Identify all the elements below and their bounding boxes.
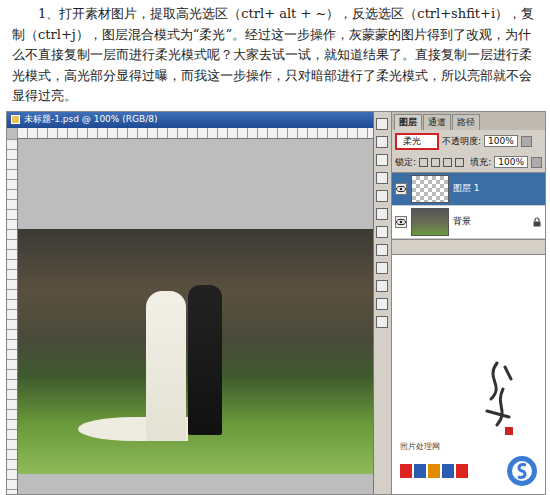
wedding-photo — [18, 229, 373, 474]
horizontal-ruler — [17, 128, 373, 139]
tool-button[interactable] — [376, 298, 388, 310]
right-column: 图层通道路径柔光不透明度:100%锁定:填充:100%图层 1背景照片处理网 — [392, 112, 545, 495]
tool-button[interactable] — [376, 118, 388, 130]
document-body — [7, 139, 373, 495]
blend-mode-select[interactable]: 柔光 — [395, 133, 439, 150]
layer-name: 图层 1 — [453, 182, 528, 195]
logos — [400, 454, 539, 488]
tool-button[interactable] — [376, 154, 388, 166]
tool-button[interactable] — [376, 226, 388, 238]
lock-icon — [532, 217, 542, 227]
lock-option[interactable] — [419, 158, 428, 167]
tool-button[interactable] — [376, 190, 388, 202]
lock-option[interactable] — [455, 158, 464, 167]
tool-button[interactable] — [376, 316, 388, 328]
canvas[interactable] — [18, 139, 373, 495]
fill-arrow[interactable] — [531, 157, 542, 168]
tool-button[interactable] — [376, 136, 388, 148]
opacity-arrow[interactable] — [521, 136, 532, 147]
photoshop-screenshot: 未标题-1.psd @ 100% (RGB/8)图层通道路径柔光不透明度:100… — [6, 111, 546, 495]
lock-label: 锁定: — [395, 156, 416, 169]
bride — [146, 291, 186, 441]
visibility-toggle[interactable] — [395, 183, 407, 195]
lock-option[interactable] — [443, 158, 452, 167]
calligraphy-icon — [475, 359, 519, 439]
panel-tab[interactable]: 路径 — [452, 114, 480, 130]
panel-tab[interactable]: 图层 — [394, 114, 422, 130]
photops-logo-icon — [400, 462, 470, 480]
opacity-field[interactable]: 100% — [484, 135, 518, 147]
document-window: 未标题-1.psd @ 100% (RGB/8) — [7, 112, 374, 495]
groom — [188, 285, 222, 435]
tool-strip — [374, 112, 392, 495]
fill-field[interactable]: 100% — [494, 156, 528, 168]
layer-thumbnail — [411, 175, 449, 203]
visibility-toggle[interactable] — [395, 216, 407, 228]
tool-button[interactable] — [376, 262, 388, 274]
site-name: 照片处理网 — [400, 441, 440, 452]
tool-button[interactable] — [376, 280, 388, 292]
panel-footer — [392, 239, 545, 254]
title-bar: 未标题-1.psd @ 100% (RGB/8) — [7, 112, 373, 128]
panel-tabs: 图层通道路径 — [392, 112, 545, 130]
layer-thumbnail — [411, 208, 449, 236]
layer-list: 图层 1 背景 — [392, 172, 545, 239]
watermark-area: 照片处理网 — [392, 255, 545, 495]
layer-name: 背景 — [453, 215, 528, 228]
opacity-label: 不透明度: — [442, 135, 481, 148]
layer-row[interactable]: 背景 — [392, 206, 545, 239]
document-icon — [11, 115, 20, 124]
eye-icon — [396, 217, 406, 227]
tool-button[interactable] — [376, 208, 388, 220]
tutorial-paragraph: 1、打开素材图片，提取高光选区（ctrl+ alt + ~），反选选区（ctrl… — [0, 0, 550, 107]
window-title: 未标题-1.psd @ 100% (RGB/8) — [24, 113, 157, 126]
layers-panel: 图层通道路径柔光不透明度:100%锁定:填充:100%图层 1背景 — [392, 112, 545, 255]
lock-option[interactable] — [431, 158, 440, 167]
fill-label: 填充: — [470, 156, 491, 169]
vertical-ruler — [7, 139, 18, 495]
league-logo-icon — [505, 454, 539, 488]
eye-icon — [396, 184, 406, 194]
tool-button[interactable] — [376, 172, 388, 184]
panel-tab[interactable]: 通道 — [423, 114, 451, 130]
lock-row: 锁定: 填充:100% — [392, 153, 545, 172]
layer-row[interactable]: 图层 1 — [392, 173, 545, 206]
blend-row: 柔光不透明度:100% — [392, 130, 545, 153]
tool-button[interactable] — [376, 244, 388, 256]
